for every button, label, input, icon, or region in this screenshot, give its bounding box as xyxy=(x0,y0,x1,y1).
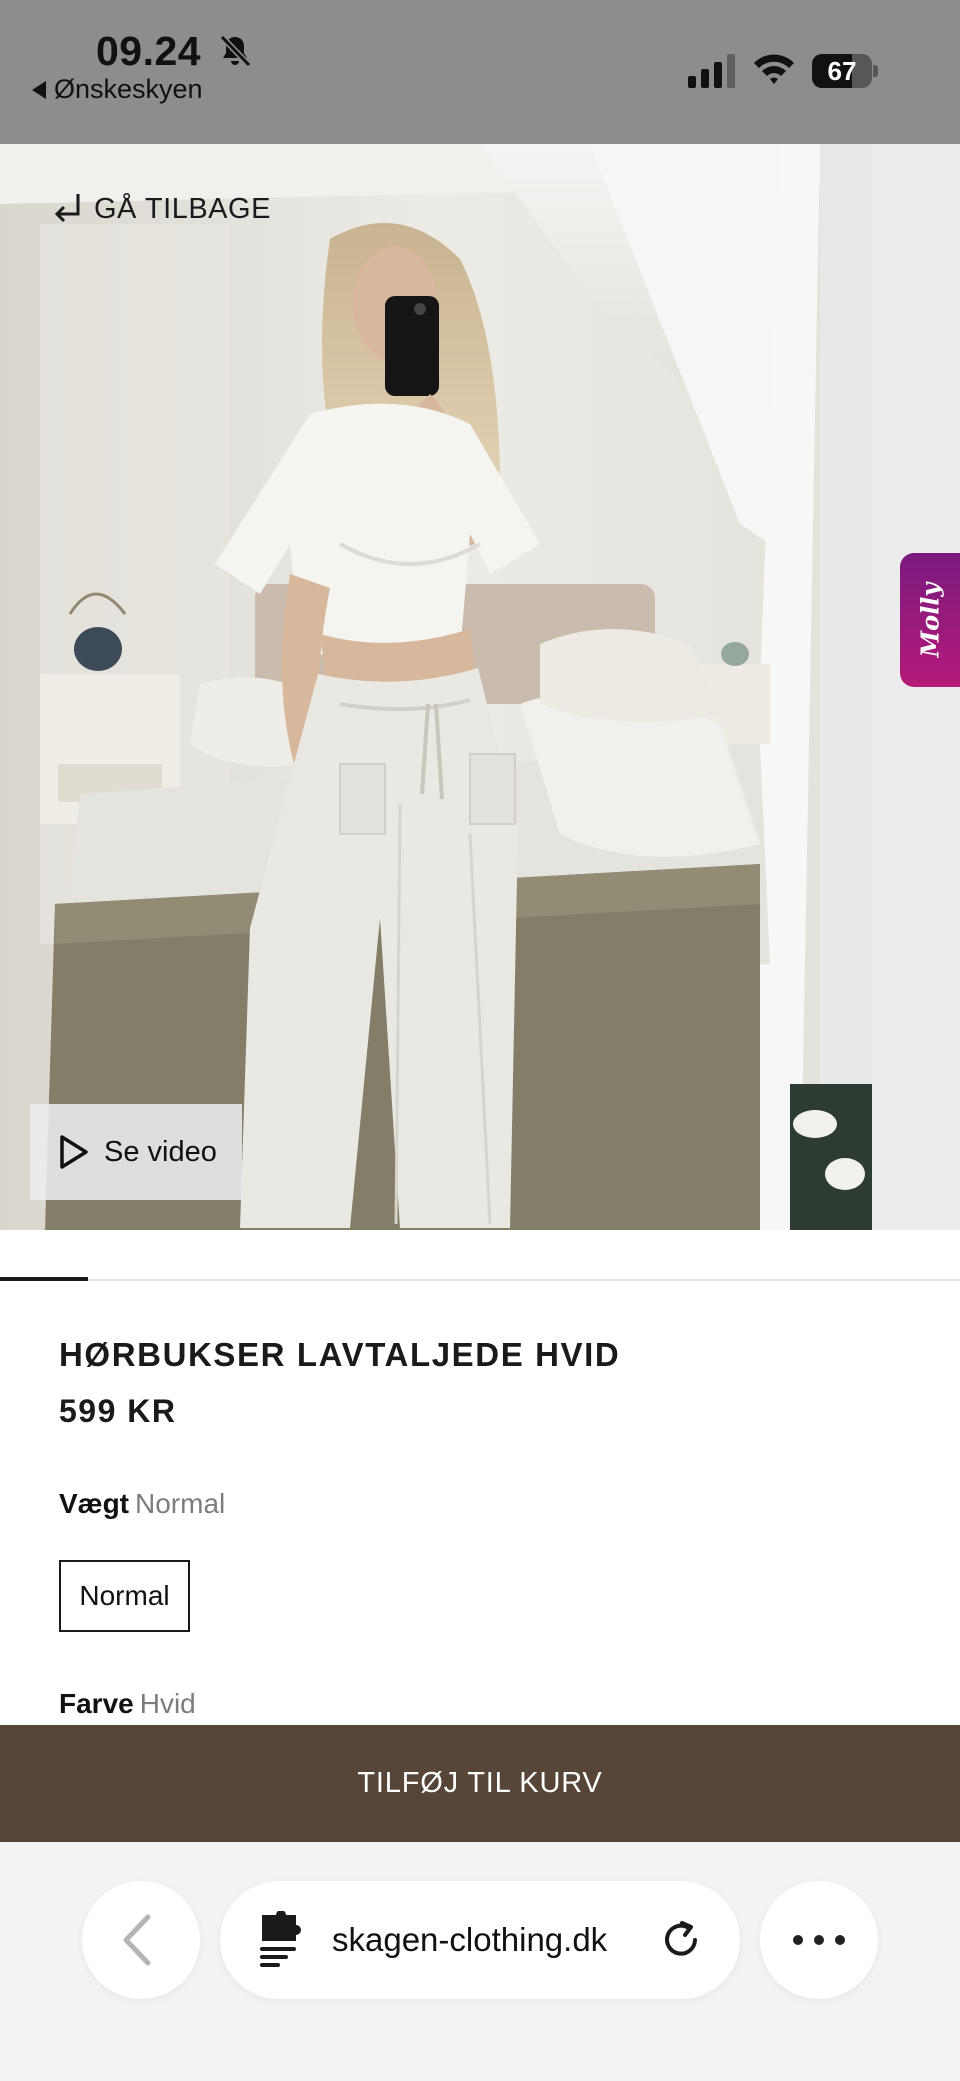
product-price: 599 KR xyxy=(59,1393,177,1429)
address-bar[interactable]: skagen-clothing.dk xyxy=(220,1881,740,1999)
see-video-label: Se video xyxy=(104,1135,217,1168)
browser-back-button[interactable] xyxy=(82,1881,200,1999)
add-to-cart-button[interactable]: TILFØJ TIL KURV xyxy=(0,1725,960,1842)
carousel-progress-track xyxy=(0,1279,960,1281)
color-label: Farve xyxy=(59,1688,134,1719)
battery-icon: 67 xyxy=(812,54,878,88)
signal-icon xyxy=(688,54,735,88)
more-options-button[interactable] xyxy=(760,1881,878,1999)
back-triangle-icon xyxy=(32,80,46,99)
status-bar: 09.24 Ønskeskyen 67 xyxy=(0,0,960,144)
weight-option-label: Vægt Normal xyxy=(59,1488,225,1520)
product-image[interactable] xyxy=(0,144,872,1230)
play-icon xyxy=(60,1135,88,1169)
product-photo xyxy=(0,144,872,1230)
return-arrow-icon xyxy=(54,194,80,223)
go-back-label: GÅ TILBAGE xyxy=(94,192,271,225)
see-video-button[interactable]: Se video xyxy=(30,1104,242,1200)
next-image-peek[interactable] xyxy=(872,144,960,1230)
weight-label: Vægt xyxy=(59,1488,129,1519)
go-back-button[interactable]: GÅ TILBAGE xyxy=(52,192,271,226)
page-menu-icon xyxy=(260,1911,301,1967)
battery-percent: 67 xyxy=(827,56,857,86)
wifi-icon xyxy=(754,54,794,84)
bell-slash-icon xyxy=(219,34,252,68)
back-to-app-link[interactable]: Ønskeskyen xyxy=(32,74,203,105)
molly-badge-label: Molly xyxy=(915,582,945,658)
reload-icon[interactable] xyxy=(658,1917,704,1963)
status-time: 09.24 xyxy=(96,28,202,74)
back-app-label: Ønskeskyen xyxy=(54,74,203,104)
more-dots-icon xyxy=(793,1935,845,1945)
weight-option-normal[interactable]: Normal xyxy=(59,1560,190,1632)
url-text: skagen-clothing.dk xyxy=(332,1921,608,1958)
color-option-label: Farve Hvid xyxy=(59,1688,196,1720)
color-selected-value: Hvid xyxy=(139,1688,196,1719)
add-to-cart-label: TILFØJ TIL KURV xyxy=(357,1767,603,1799)
product-title: HØRBUKSER LAVTALJEDE HVID xyxy=(59,1336,621,1373)
molly-badge[interactable]: Molly xyxy=(900,553,960,687)
weight-selected-value: Normal xyxy=(135,1488,226,1519)
carousel-progress-active xyxy=(0,1277,88,1281)
chevron-left-icon xyxy=(123,1914,151,1966)
